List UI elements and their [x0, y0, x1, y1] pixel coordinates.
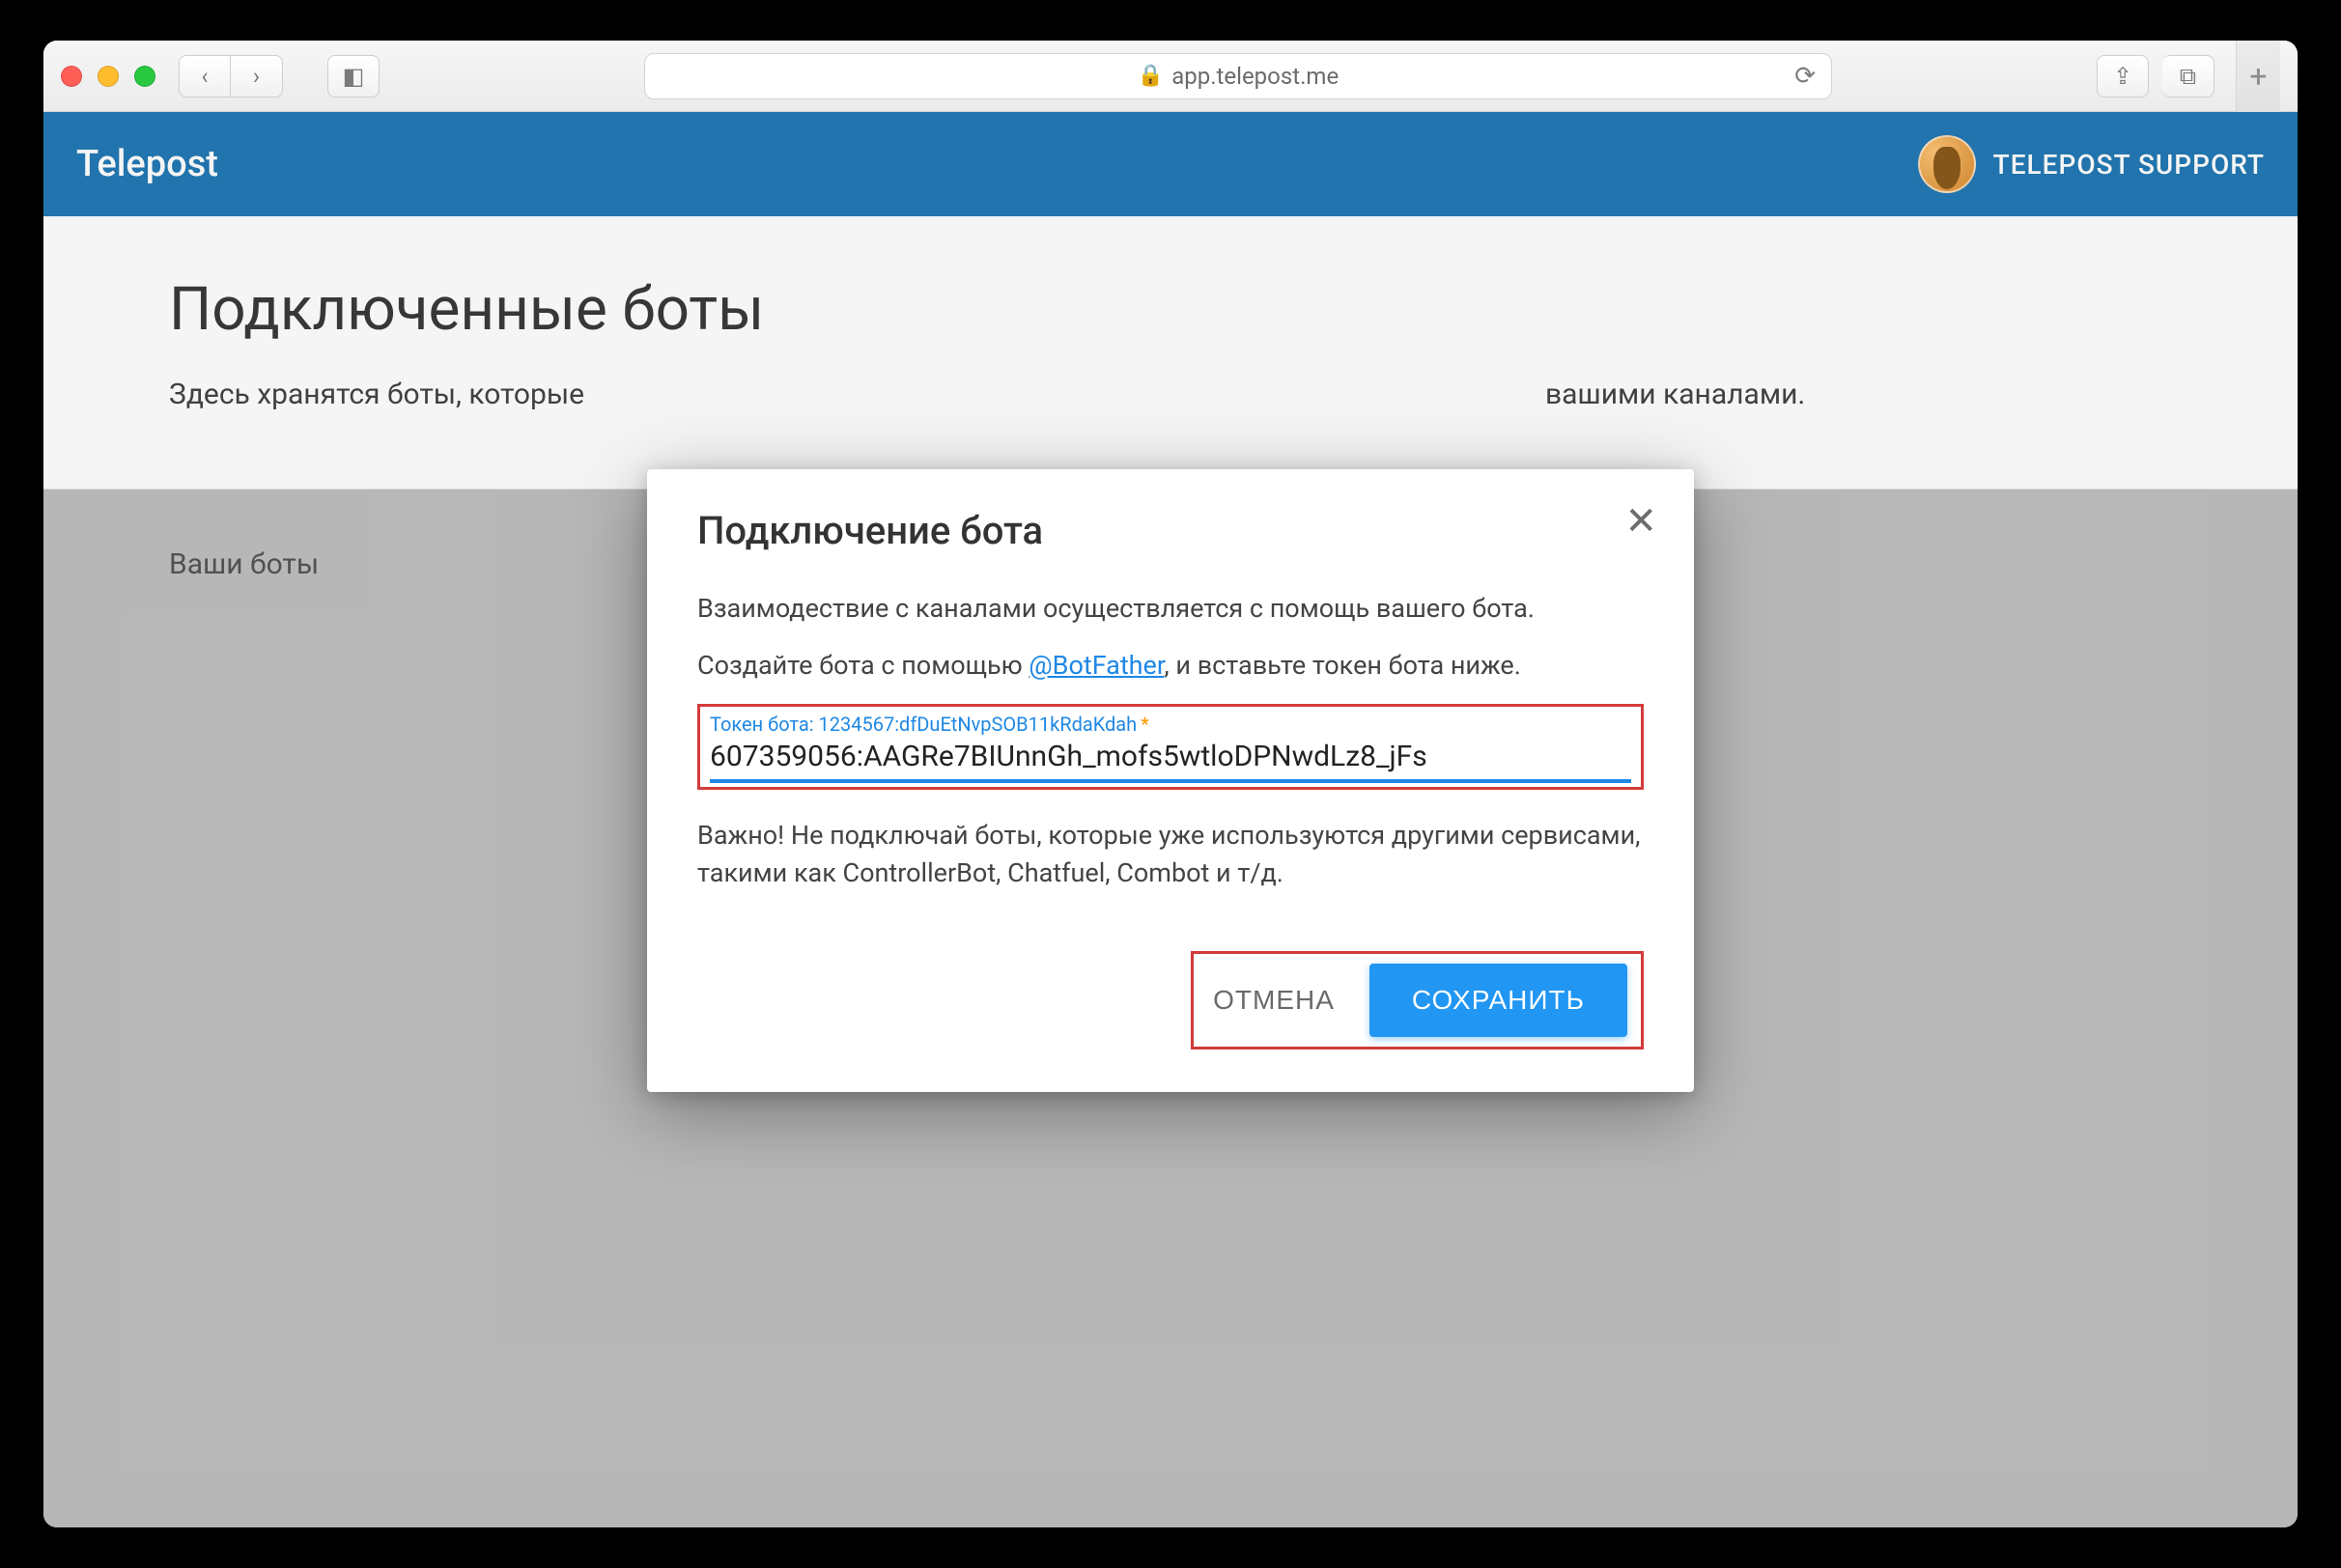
- modal-title: Подключение бота: [697, 508, 1644, 553]
- nav-back-forward: ‹ ›: [179, 55, 283, 98]
- close-icon[interactable]: ✕: [1624, 502, 1657, 541]
- modal-line2: Создайте бота с помощью @BotFather, и вс…: [697, 647, 1644, 685]
- botfather-link[interactable]: @BotFather: [1029, 650, 1164, 681]
- browser-window: ‹ › ◧ 🔒 app.telepost.me ⟳ ⇪ ⧉ + Telepost…: [43, 41, 2298, 1527]
- new-tab-button[interactable]: +: [2236, 41, 2280, 112]
- line2-suffix: , и вставьте токен бота ниже.: [1164, 650, 1520, 681]
- close-window-button[interactable]: [61, 66, 82, 87]
- back-button[interactable]: ‹: [179, 55, 231, 98]
- bot-token-input[interactable]: [710, 736, 1631, 783]
- modal-warning: Важно! Не подключай боты, которые уже ис…: [697, 817, 1644, 892]
- save-button[interactable]: СОХРАНИТЬ: [1369, 964, 1627, 1037]
- modal-actions-highlight: ОТМЕНА СОХРАНИТЬ: [1191, 951, 1644, 1050]
- modal-line1: Взаимодествие с каналами осуществляется …: [697, 590, 1644, 628]
- minimize-window-button[interactable]: [98, 66, 119, 87]
- address-bar[interactable]: 🔒 app.telepost.me ⟳: [644, 53, 1832, 99]
- toolbar-right: ⇪ ⧉: [2097, 55, 2214, 98]
- token-field-label: Токен бота: 1234567:dfDuEtNvpSOB11kRdaKd…: [710, 713, 1631, 736]
- cancel-button[interactable]: ОТМЕНА: [1207, 975, 1340, 1025]
- fullscreen-window-button[interactable]: [134, 66, 155, 87]
- connect-bot-modal: ✕ Подключение бота Взаимодествие с канал…: [647, 469, 1694, 1092]
- line2-prefix: Создайте бота с помощью: [697, 650, 1029, 681]
- share-button[interactable]: ⇪: [2097, 55, 2149, 98]
- app-viewport: Telepost TELEPOST SUPPORT Подключенные б…: [43, 112, 2298, 1527]
- browser-toolbar: ‹ › ◧ 🔒 app.telepost.me ⟳ ⇪ ⧉ +: [43, 41, 2298, 112]
- token-placeholder-label: Токен бота: 1234567:dfDuEtNvpSOB11kRdaKd…: [710, 713, 1137, 736]
- window-controls: [61, 66, 155, 87]
- required-mark: *: [1141, 713, 1149, 736]
- forward-button[interactable]: ›: [231, 55, 283, 98]
- url-text: app.telepost.me: [1171, 63, 1339, 90]
- tabs-overview-button[interactable]: ⧉: [2162, 55, 2214, 98]
- reload-button[interactable]: ⟳: [1794, 62, 1816, 91]
- sidebar-toggle-button[interactable]: ◧: [327, 55, 380, 98]
- token-field-highlight: Токен бота: 1234567:dfDuEtNvpSOB11kRdaKd…: [697, 704, 1644, 790]
- lock-icon: 🔒: [1138, 64, 1164, 88]
